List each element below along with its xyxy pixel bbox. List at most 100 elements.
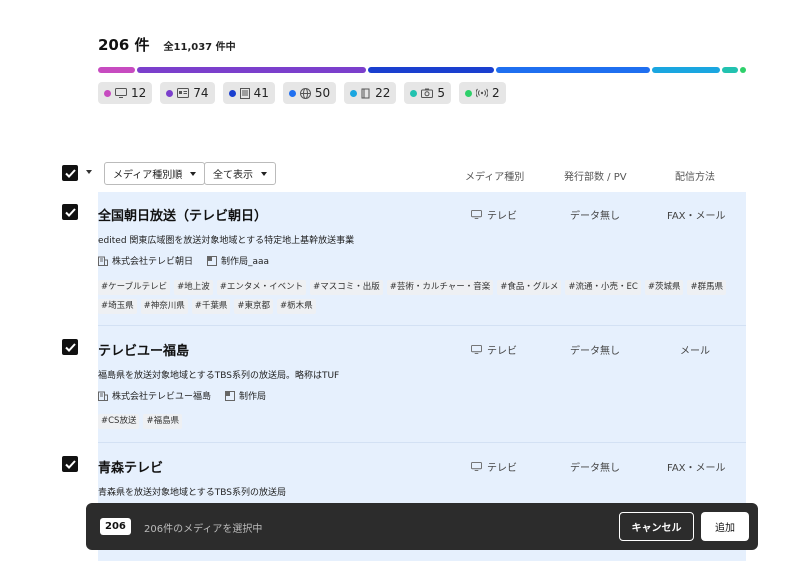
chip-count: 22 — [375, 86, 391, 100]
chip-count: 50 — [314, 86, 331, 100]
list-toolbar: メディア種別順 全て表示 メディア種別 発行部数 / PV 配信方法 — [62, 162, 746, 186]
department-icon — [207, 255, 218, 266]
selected-count-badge: 206 — [100, 518, 131, 535]
selection-status: 206件のメディアを選択中 — [144, 524, 263, 535]
book-icon — [361, 88, 371, 99]
column-header-circulation: 発行部数 / PV — [564, 172, 627, 183]
chip-broadcast[interactable]: 2 — [459, 82, 506, 104]
media-meta: 株式会社テレビ朝日 制作局_aaa — [98, 254, 269, 267]
chip-tv[interactable]: 12 — [98, 82, 153, 104]
company-info: 株式会社テレビ朝日 — [98, 254, 193, 267]
web-color-dot — [288, 89, 296, 97]
list-item[interactable]: 全国朝日放送（テレビ朝日） テレビ データ無し FAX・メール edited 関… — [62, 192, 746, 325]
media-type-cell: テレビ — [471, 207, 517, 222]
media-distribution-bar — [98, 67, 746, 73]
tv-icon — [471, 462, 482, 471]
tag[interactable]: #エンタメ・イベント — [216, 280, 307, 295]
tag[interactable]: #食品・グルメ — [497, 280, 562, 295]
circulation-value: データ無し — [570, 463, 620, 474]
delivery-value: FAX・メール — [667, 211, 726, 222]
distribution-segment-broadcast — [739, 67, 746, 73]
media-type-value: テレビ — [487, 211, 517, 222]
bureau-info: 制作局 — [225, 389, 266, 402]
id-card-icon — [177, 88, 190, 98]
tv-icon — [471, 345, 482, 354]
row-checkbox[interactable] — [62, 204, 78, 220]
check-icon — [64, 459, 76, 469]
building-icon — [98, 256, 108, 266]
delivery-value: FAX・メール — [667, 463, 726, 474]
row-checkbox[interactable] — [62, 339, 78, 355]
column-header-media: メディア種別 — [465, 172, 525, 183]
bureau-name: 制作局_aaa — [221, 257, 270, 267]
tag[interactable]: #神奈川県 — [140, 299, 188, 314]
id-card-color-dot — [166, 89, 174, 97]
chip-id-card[interactable]: 74 — [160, 82, 215, 104]
result-summary: 206 件 全11,037 件中 — [98, 34, 236, 55]
select-all-dropdown-icon[interactable] — [86, 170, 92, 174]
bureau-name: 制作局 — [239, 392, 267, 402]
tag[interactable]: #埼玉県 — [98, 299, 137, 314]
circulation-value: データ無し — [570, 211, 620, 222]
chip-count: 41 — [253, 86, 269, 100]
photo-color-dot — [410, 89, 418, 97]
sort-dropdown-label: メディア種別順 — [113, 170, 183, 181]
camera-icon — [421, 88, 434, 98]
broadcast-color-dot — [465, 89, 473, 97]
tv-color-dot — [104, 89, 111, 97]
chip-newspaper[interactable]: 41 — [222, 82, 275, 104]
delivery-value: メール — [680, 346, 710, 357]
magazine-color-dot — [350, 89, 358, 97]
chip-count: 74 — [193, 86, 209, 100]
media-title[interactable]: 全国朝日放送（テレビ朝日） — [98, 205, 267, 224]
tag[interactable]: #流通・小売・EC — [565, 280, 641, 295]
selection-bar: 206 206件のメディアを選択中 キャンセル 追加 — [86, 503, 758, 550]
tag[interactable]: #福島県 — [143, 414, 183, 429]
tag-list: #ケーブルテレビ #地上波 #エンタメ・イベント #マスコミ・出版 #芸術・カル… — [98, 280, 743, 314]
media-type-value: テレビ — [487, 463, 517, 474]
company-name: 株式会社テレビユー福島 — [112, 392, 212, 402]
bureau-info: 制作局_aaa — [207, 254, 269, 267]
media-type-chips: 12 74 41 50 22 5 2 — [98, 82, 506, 104]
distribution-segment-magazine — [652, 67, 721, 73]
cancel-button[interactable]: キャンセル — [619, 512, 694, 541]
add-button[interactable]: 追加 — [701, 512, 749, 541]
tag[interactable]: #群馬県 — [687, 280, 727, 295]
distribution-segment-photo — [722, 67, 738, 73]
department-icon — [225, 390, 236, 401]
tag[interactable]: #CS放送 — [98, 414, 140, 429]
media-description: edited 関東広域圏を放送対象地域とする特定地上基幹放送事業 — [98, 236, 355, 246]
tag-list: #CS放送 #福島県 — [98, 414, 743, 429]
tag[interactable]: #芸術・カルチャー・音楽 — [386, 280, 494, 295]
chip-count: 12 — [131, 86, 147, 100]
select-all-checkbox[interactable] — [62, 165, 78, 181]
media-title[interactable]: 青森テレビ — [98, 457, 163, 476]
media-meta: 株式会社テレビユー福島 制作局 — [98, 389, 266, 402]
media-description: 青森県を放送対象地域とするTBS系列の放送局 — [98, 488, 286, 498]
newspaper-icon — [239, 87, 250, 99]
column-header-delivery: 配信方法 — [675, 172, 715, 183]
media-title[interactable]: テレビユー福島 — [98, 340, 189, 359]
tag[interactable]: #千葉県 — [191, 299, 231, 314]
tag[interactable]: #ケーブルテレビ — [98, 280, 171, 295]
total-count: 全11,037 件中 — [163, 42, 236, 53]
tag[interactable]: #マスコミ・出版 — [310, 280, 383, 295]
filter-dropdown-label: 全て表示 — [213, 170, 253, 181]
tag[interactable]: #地上波 — [174, 280, 213, 295]
check-icon — [64, 342, 76, 352]
filter-dropdown[interactable]: 全て表示 — [204, 162, 276, 185]
tv-icon — [471, 210, 482, 219]
chip-magazine[interactable]: 22 — [344, 82, 397, 104]
chip-count: 2 — [492, 86, 500, 100]
sort-dropdown[interactable]: メディア種別順 — [104, 162, 206, 185]
chip-photo[interactable]: 5 — [404, 82, 452, 104]
tag[interactable]: #栃木県 — [277, 299, 316, 314]
chip-web[interactable]: 50 — [282, 82, 337, 104]
tag[interactable]: #東京都 — [234, 299, 273, 314]
media-type-cell: テレビ — [471, 459, 517, 474]
list-item[interactable]: テレビユー福島 テレビ データ無し メール 福島県を放送対象地域とするTBS系列… — [62, 326, 746, 442]
row-checkbox[interactable] — [62, 456, 78, 472]
distribution-segment-radio-card — [137, 67, 366, 73]
tag[interactable]: #茨城県 — [644, 280, 684, 295]
globe-icon — [299, 87, 311, 99]
